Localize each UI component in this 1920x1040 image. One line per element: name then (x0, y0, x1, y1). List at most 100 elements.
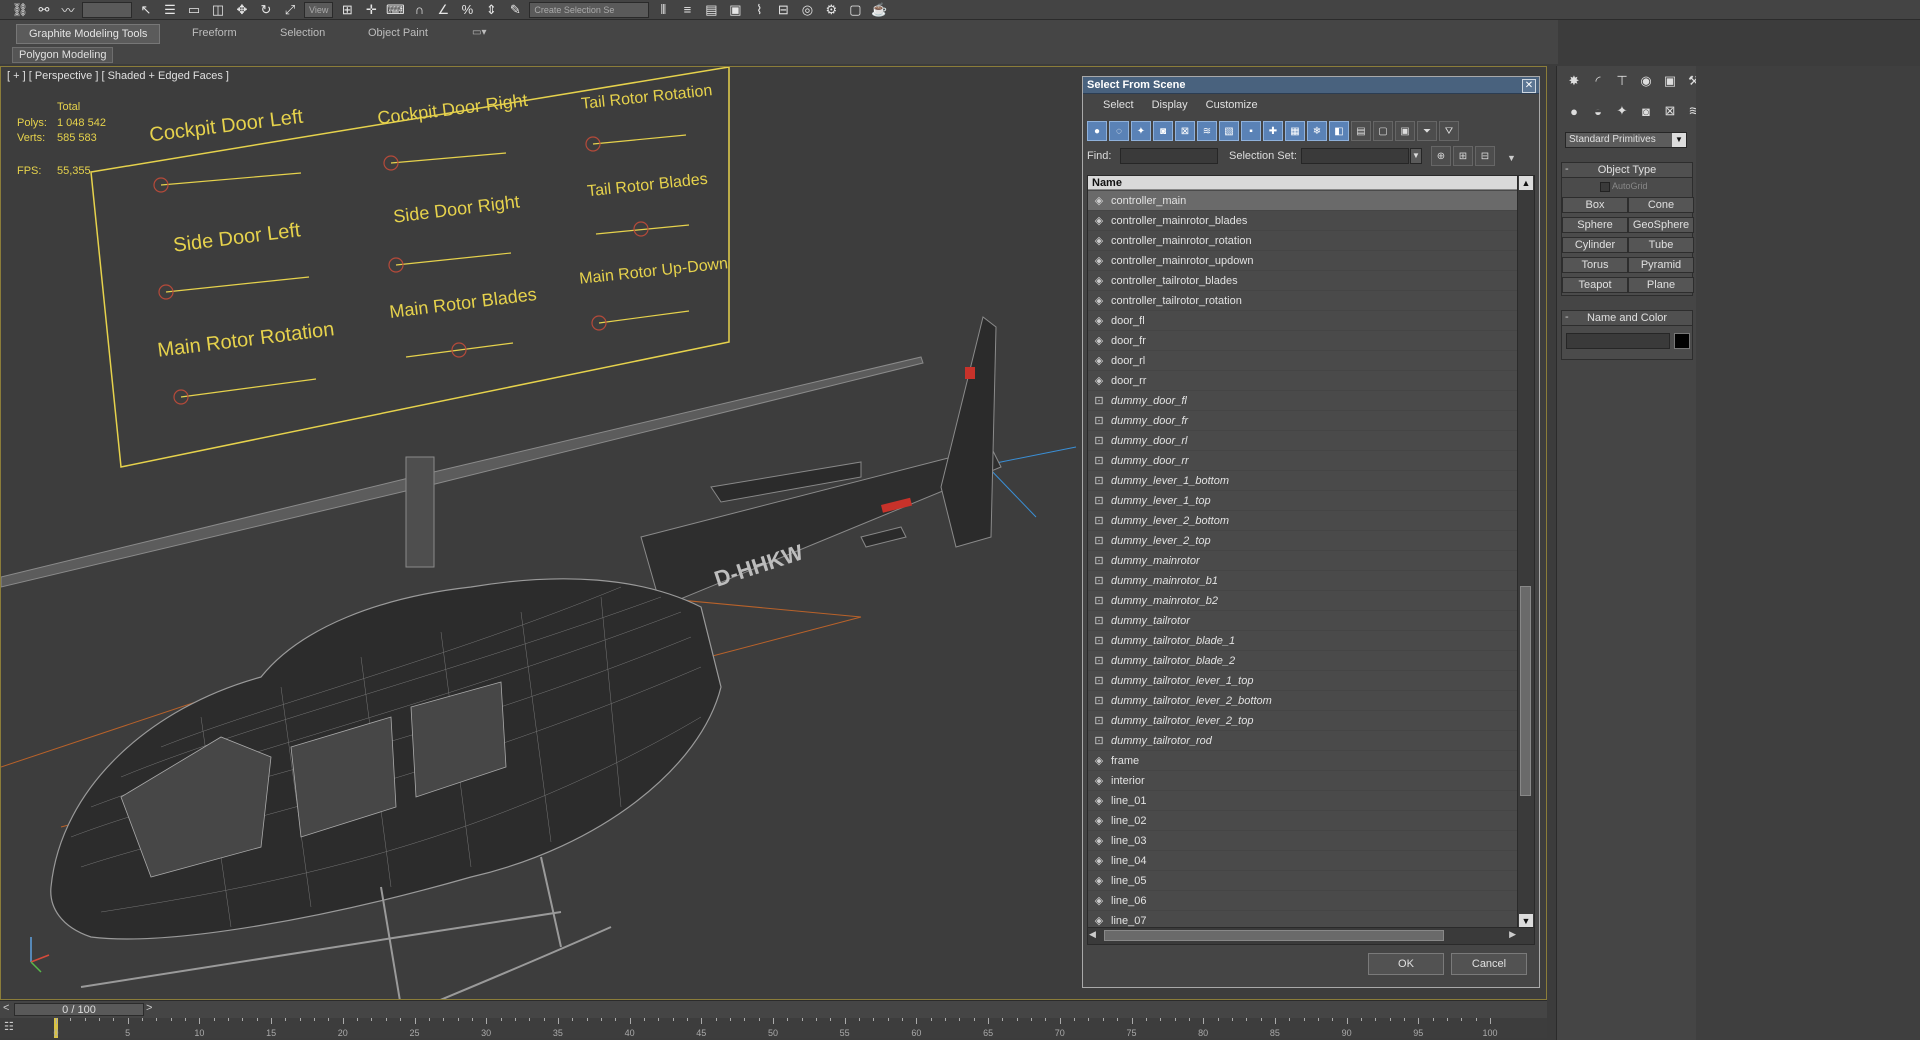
selection-filter-dropdown[interactable] (82, 1, 132, 18)
tab-graphite-modeling-tools[interactable]: Graphite Modeling Tools (16, 24, 161, 44)
select-all-icon[interactable]: ▤ (1351, 121, 1371, 141)
display-lights-icon[interactable]: ✦ (1131, 121, 1151, 141)
reference-coord-dropdown[interactable]: View (304, 1, 334, 18)
list-item[interactable]: ⊡ dummy_lever_2_bottom (1088, 511, 1518, 531)
display-xrefs-icon[interactable]: ▪ (1241, 121, 1261, 141)
list-item[interactable]: ⊡ dummy_lever_1_bottom (1088, 471, 1518, 491)
list-item[interactable]: ◈ controller_tailrotor_blades (1088, 271, 1518, 291)
tube-button[interactable]: Tube (1628, 237, 1694, 253)
create-tab-icon[interactable]: ✸ (1563, 70, 1585, 92)
ok-button[interactable]: OK (1368, 953, 1444, 975)
material-editor-icon[interactable]: ◎ (797, 2, 817, 18)
keyboard-shortcut-icon[interactable]: ⌨ (385, 2, 405, 18)
h-scroll-thumb[interactable] (1104, 930, 1444, 941)
render-icon[interactable]: ☕ (869, 2, 889, 18)
graphite-icon[interactable]: ▣ (725, 2, 745, 18)
select-icon[interactable]: ↖ (136, 2, 156, 18)
tab-polygon-modeling[interactable]: Polygon Modeling (12, 47, 114, 63)
list-item[interactable]: ◈ door_fr (1088, 331, 1518, 351)
display-frozen-icon[interactable]: ❄ (1307, 121, 1327, 141)
spinner-snap-icon[interactable]: ⇕ (481, 2, 501, 18)
display-groups-icon[interactable]: ▧ (1219, 121, 1239, 141)
pyramid-button[interactable]: Pyramid (1628, 257, 1694, 273)
list-item[interactable]: ⊡ dummy_mainrotor (1088, 551, 1518, 571)
list-item[interactable]: ◈ door_rr (1088, 371, 1518, 391)
list-item[interactable]: ⊡ dummy_door_rl (1088, 431, 1518, 451)
list-item[interactable]: ⊡ dummy_mainrotor_b1 (1088, 571, 1518, 591)
display-helpers-icon[interactable]: ⊠ (1175, 121, 1195, 141)
dialog-title[interactable]: Select From Scene (1083, 77, 1539, 94)
time-slider[interactable]: 0 / 100 (14, 1003, 144, 1016)
list-item[interactable]: ⊡ dummy_door_fl (1088, 391, 1518, 411)
display-cameras-icon[interactable]: ◙ (1153, 121, 1173, 141)
teapot-button[interactable]: Teapot (1562, 277, 1628, 293)
render-frame-icon[interactable]: ▢ (845, 2, 865, 18)
list-item[interactable]: ⊡ dummy_tailrotor (1088, 611, 1518, 631)
tab-selection[interactable]: Selection (268, 24, 337, 42)
add-to-selection-set-icon[interactable]: ⊞ (1453, 146, 1473, 166)
menu-customize[interactable]: Customize (1206, 99, 1258, 111)
cylinder-button[interactable]: Cylinder (1562, 237, 1628, 253)
edit-named-selection-icon[interactable]: ✎ (505, 2, 525, 18)
ribbon-options-icon[interactable]: ▭▾ (460, 24, 498, 42)
list-item[interactable]: ◈ line_05 (1088, 871, 1518, 891)
list-item[interactable]: ⊡ dummy_lever_2_top (1088, 531, 1518, 551)
list-item[interactable]: ◈ controller_main (1088, 191, 1518, 211)
rect-region-icon[interactable]: ▭ (184, 2, 204, 18)
cone-button[interactable]: Cone (1628, 197, 1694, 213)
list-item[interactable]: ◈ controller_mainrotor_blades (1088, 211, 1518, 231)
list-item[interactable]: ◈ door_fl (1088, 311, 1518, 331)
cancel-button[interactable]: Cancel (1451, 953, 1527, 975)
geometry-category-icon[interactable]: ● (1563, 100, 1585, 122)
list-item[interactable]: ◈ controller_mainrotor_rotation (1088, 231, 1518, 251)
plane-button[interactable]: Plane (1628, 277, 1694, 293)
filter-options-icon[interactable]: ⛛ (1439, 121, 1459, 141)
unlink-icon[interactable]: ⚯ (34, 2, 54, 18)
display-bones-icon[interactable]: ✚ (1263, 121, 1283, 141)
select-invert-icon[interactable]: ▣ (1395, 121, 1415, 141)
mirror-icon[interactable]: ⫴ (653, 2, 673, 18)
object-name-field[interactable] (1566, 333, 1670, 349)
scale-icon[interactable]: ⤢ (280, 2, 300, 18)
list-item[interactable]: ⊡ dummy_door_rr (1088, 451, 1518, 471)
remove-from-selection-set-icon[interactable]: ⊟ (1475, 146, 1495, 166)
angle-snap-icon[interactable]: ∠ (433, 2, 453, 18)
list-item[interactable]: ◈ line_03 (1088, 831, 1518, 851)
horizontal-scrollbar[interactable]: ◀ ▶ (1088, 927, 1534, 944)
align-icon[interactable]: ≡ (677, 2, 697, 18)
selection-set-field[interactable] (1301, 148, 1409, 164)
list-item[interactable]: ⊡ dummy_lever_1_top (1088, 491, 1518, 511)
name-and-color-title[interactable]: Name and Color (1562, 311, 1692, 326)
lights-category-icon[interactable]: ✦ (1611, 100, 1633, 122)
move-icon[interactable]: ✥ (232, 2, 252, 18)
list-item[interactable]: ◈ controller_mainrotor_updown (1088, 251, 1518, 271)
display-shapes-icon[interactable]: ◌ (1109, 121, 1129, 141)
list-item[interactable]: ⊡ dummy_tailrotor_lever_1_top (1088, 671, 1518, 691)
link-icon[interactable]: ⛓ (10, 2, 30, 18)
box-button[interactable]: Box (1562, 197, 1628, 213)
list-item[interactable]: ◈ line_02 (1088, 811, 1518, 831)
options-arrow-icon[interactable]: ▼ (1507, 153, 1516, 163)
list-item[interactable]: ⊡ dummy_tailrotor_rod (1088, 731, 1518, 751)
list-item[interactable]: ◈ line_04 (1088, 851, 1518, 871)
autogrid-checkbox[interactable] (1600, 181, 1610, 192)
object-color-swatch[interactable] (1674, 333, 1690, 349)
chevron-down-icon[interactable]: ▼ (1410, 148, 1422, 164)
display-spacewarps-icon[interactable]: ≋ (1197, 121, 1217, 141)
time-prev-icon[interactable]: < (3, 1002, 9, 1014)
list-item[interactable]: ⊡ dummy_tailrotor_lever_2_top (1088, 711, 1518, 731)
bind-icon[interactable]: 〰 (58, 2, 78, 18)
viewport-label[interactable]: [ + ] [ Perspective ] [ Shaded + Edged F… (7, 70, 229, 82)
percent-snap-icon[interactable]: % (457, 2, 477, 18)
time-next-icon[interactable]: > (146, 1002, 152, 1014)
collapse-icon[interactable]: - (1565, 311, 1569, 323)
menu-display[interactable]: Display (1152, 99, 1188, 111)
list-item[interactable]: ◈ controller_tailrotor_rotation (1088, 291, 1518, 311)
sphere-button[interactable]: Sphere (1562, 217, 1628, 233)
geosphere-button[interactable]: GeoSphere (1628, 217, 1694, 233)
menu-select[interactable]: Select (1103, 99, 1134, 111)
tab-freeform[interactable]: Freeform (180, 24, 249, 42)
list-item[interactable]: ◈ frame (1088, 751, 1518, 771)
track-bar[interactable]: ☷ 0 5 10 15 20 25 30 35 40 45 50 55 60 65 70 75 80 85 90 95… (0, 1018, 1547, 1038)
list-item[interactable]: ⊡ dummy_tailrotor_blade_1 (1088, 631, 1518, 651)
